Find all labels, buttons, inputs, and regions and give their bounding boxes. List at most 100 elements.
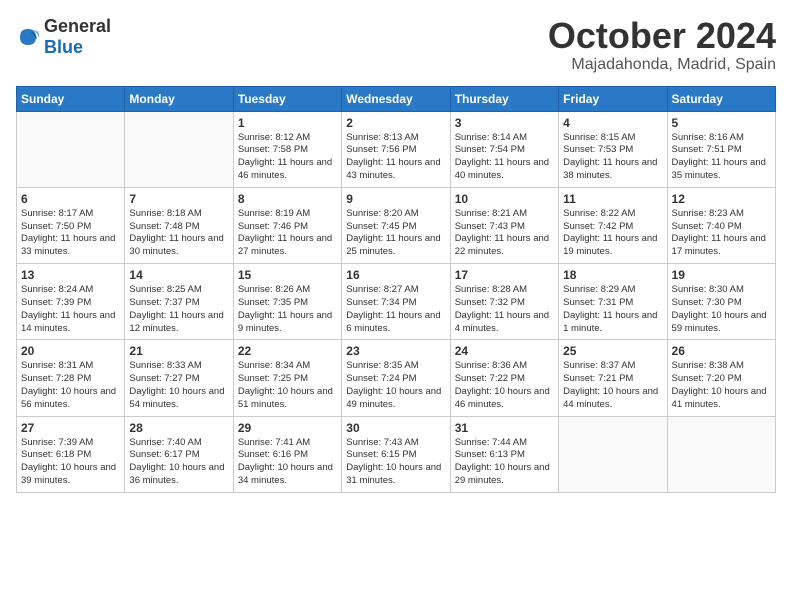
calendar-cell: 22 Sunrise: 8:34 AM Sunset: 7:25 PM Dayli… — [233, 340, 341, 416]
day-info: Sunrise: 8:33 AM Sunset: 7:27 PM Dayligh… — [129, 360, 228, 411]
calendar-week-row: 20 Sunrise: 8:31 AM Sunset: 7:28 PM Dayli… — [17, 340, 776, 416]
calendar-cell: 17Sunrise: 8:28 AM Sunset: 7:32 PM Dayli… — [450, 264, 558, 340]
weekday-header: Thursday — [450, 86, 558, 111]
calendar-cell: 18 Sunrise: 8:29 AM Sunset: 7:31 PM Dayli… — [559, 264, 667, 340]
calendar-header-row: SundayMondayTuesdayWednesdayThursdayFrid… — [17, 86, 776, 111]
logo-blue: Blue — [44, 37, 83, 57]
calendar-week-row: 27Sunrise: 7:39 AM Sunset: 6:18 PM Dayli… — [17, 416, 776, 492]
day-number: 10 — [455, 192, 554, 206]
calendar-cell — [17, 111, 125, 187]
calendar-cell: 23Sunrise: 8:35 AM Sunset: 7:24 PM Dayli… — [342, 340, 450, 416]
day-number: 21 — [129, 344, 228, 358]
calendar-table: SundayMondayTuesdayWednesdayThursdayFrid… — [16, 86, 776, 493]
calendar-cell: 12Sunrise: 8:23 AM Sunset: 7:40 PM Dayli… — [667, 187, 775, 263]
day-info: Sunrise: 8:37 AM Sunset: 7:21 PM Dayligh… — [563, 360, 662, 411]
calendar-cell — [559, 416, 667, 492]
day-number: 22 — [238, 344, 337, 358]
calendar-cell: 3 Sunrise: 8:14 AM Sunset: 7:54 PM Daylig… — [450, 111, 558, 187]
weekday-header: Sunday — [17, 86, 125, 111]
day-number: 8 — [238, 192, 337, 206]
day-number: 31 — [455, 421, 554, 435]
title-block: October 2024 Majadahonda, Madrid, Spain — [548, 16, 776, 74]
day-number: 1 — [238, 116, 337, 130]
logo-icon — [16, 25, 40, 49]
calendar-cell: 10 Sunrise: 8:21 AM Sunset: 7:43 PM Dayli… — [450, 187, 558, 263]
day-info: Sunrise: 8:16 AM Sunset: 7:51 PM Dayligh… — [672, 132, 771, 183]
calendar-week-row: 6Sunrise: 8:17 AM Sunset: 7:50 PM Daylig… — [17, 187, 776, 263]
day-info: Sunrise: 7:43 AM Sunset: 6:15 PM Dayligh… — [346, 437, 445, 488]
day-info: Sunrise: 8:20 AM Sunset: 7:45 PM Dayligh… — [346, 208, 445, 259]
day-number: 14 — [129, 268, 228, 282]
day-number: 18 — [563, 268, 662, 282]
day-number: 30 — [346, 421, 445, 435]
calendar-cell: 14 Sunrise: 8:25 AM Sunset: 7:37 PM Dayli… — [125, 264, 233, 340]
day-number: 3 — [455, 116, 554, 130]
page-header: General Blue October 2024 Majadahonda, M… — [16, 16, 776, 74]
day-number: 24 — [455, 344, 554, 358]
calendar-cell: 8 Sunrise: 8:19 AM Sunset: 7:46 PM Daylig… — [233, 187, 341, 263]
day-number: 4 — [563, 116, 662, 130]
day-number: 20 — [21, 344, 120, 358]
calendar-cell: 5 Sunrise: 8:16 AM Sunset: 7:51 PM Daylig… — [667, 111, 775, 187]
day-info: Sunrise: 8:29 AM Sunset: 7:31 PM Dayligh… — [563, 284, 662, 335]
day-info: Sunrise: 8:23 AM Sunset: 7:40 PM Dayligh… — [672, 208, 771, 259]
day-number: 2 — [346, 116, 445, 130]
day-info: Sunrise: 8:35 AM Sunset: 7:24 PM Dayligh… — [346, 360, 445, 411]
day-info: Sunrise: 8:26 AM Sunset: 7:35 PM Dayligh… — [238, 284, 337, 335]
weekday-header: Saturday — [667, 86, 775, 111]
day-info: Sunrise: 8:21 AM Sunset: 7:43 PM Dayligh… — [455, 208, 554, 259]
day-info: Sunrise: 7:44 AM Sunset: 6:13 PM Dayligh… — [455, 437, 554, 488]
day-info: Sunrise: 7:39 AM Sunset: 6:18 PM Dayligh… — [21, 437, 120, 488]
day-number: 5 — [672, 116, 771, 130]
calendar-cell — [125, 111, 233, 187]
day-info: Sunrise: 8:22 AM Sunset: 7:42 PM Dayligh… — [563, 208, 662, 259]
calendar-cell: 24 Sunrise: 8:36 AM Sunset: 7:22 PM Dayli… — [450, 340, 558, 416]
calendar-cell: 26Sunrise: 8:38 AM Sunset: 7:20 PM Dayli… — [667, 340, 775, 416]
day-number: 6 — [21, 192, 120, 206]
day-info: Sunrise: 8:15 AM Sunset: 7:53 PM Dayligh… — [563, 132, 662, 183]
logo: General Blue — [16, 16, 111, 58]
day-info: Sunrise: 8:25 AM Sunset: 7:37 PM Dayligh… — [129, 284, 228, 335]
calendar-cell: 9 Sunrise: 8:20 AM Sunset: 7:45 PM Daylig… — [342, 187, 450, 263]
day-number: 26 — [672, 344, 771, 358]
logo-general: General — [44, 16, 111, 36]
calendar-cell: 1 Sunrise: 8:12 AM Sunset: 7:58 PM Daylig… — [233, 111, 341, 187]
day-number: 16 — [346, 268, 445, 282]
day-info: Sunrise: 8:13 AM Sunset: 7:56 PM Dayligh… — [346, 132, 445, 183]
day-number: 29 — [238, 421, 337, 435]
calendar-cell: 27Sunrise: 7:39 AM Sunset: 6:18 PM Dayli… — [17, 416, 125, 492]
day-number: 19 — [672, 268, 771, 282]
day-info: Sunrise: 8:34 AM Sunset: 7:25 PM Dayligh… — [238, 360, 337, 411]
day-number: 7 — [129, 192, 228, 206]
weekday-header: Monday — [125, 86, 233, 111]
calendar-cell: 6Sunrise: 8:17 AM Sunset: 7:50 PM Daylig… — [17, 187, 125, 263]
day-info: Sunrise: 8:12 AM Sunset: 7:58 PM Dayligh… — [238, 132, 337, 183]
location: Majadahonda, Madrid, Spain — [548, 56, 776, 74]
calendar-cell: 2 Sunrise: 8:13 AM Sunset: 7:56 PM Daylig… — [342, 111, 450, 187]
calendar-cell: 19 Sunrise: 8:30 AM Sunset: 7:30 PM Dayli… — [667, 264, 775, 340]
day-number: 9 — [346, 192, 445, 206]
day-info: Sunrise: 8:31 AM Sunset: 7:28 PM Dayligh… — [21, 360, 120, 411]
calendar-cell: 31 Sunrise: 7:44 AM Sunset: 6:13 PM Dayli… — [450, 416, 558, 492]
weekday-header: Wednesday — [342, 86, 450, 111]
weekday-header: Friday — [559, 86, 667, 111]
calendar-week-row: 13Sunrise: 8:24 AM Sunset: 7:39 PM Dayli… — [17, 264, 776, 340]
day-info: Sunrise: 8:30 AM Sunset: 7:30 PM Dayligh… — [672, 284, 771, 335]
day-info: Sunrise: 8:19 AM Sunset: 7:46 PM Dayligh… — [238, 208, 337, 259]
calendar-cell: 4 Sunrise: 8:15 AM Sunset: 7:53 PM Daylig… — [559, 111, 667, 187]
day-info: Sunrise: 8:18 AM Sunset: 7:48 PM Dayligh… — [129, 208, 228, 259]
day-number: 25 — [563, 344, 662, 358]
day-info: Sunrise: 8:28 AM Sunset: 7:32 PM Dayligh… — [455, 284, 554, 335]
day-info: Sunrise: 7:41 AM Sunset: 6:16 PM Dayligh… — [238, 437, 337, 488]
calendar-cell: 7 Sunrise: 8:18 AM Sunset: 7:48 PM Daylig… — [125, 187, 233, 263]
logo-text: General Blue — [44, 16, 111, 58]
day-number: 28 — [129, 421, 228, 435]
day-number: 11 — [563, 192, 662, 206]
weekday-header: Tuesday — [233, 86, 341, 111]
day-info: Sunrise: 8:36 AM Sunset: 7:22 PM Dayligh… — [455, 360, 554, 411]
calendar-cell: 13Sunrise: 8:24 AM Sunset: 7:39 PM Dayli… — [17, 264, 125, 340]
day-info: Sunrise: 8:14 AM Sunset: 7:54 PM Dayligh… — [455, 132, 554, 183]
calendar-cell: 20 Sunrise: 8:31 AM Sunset: 7:28 PM Dayli… — [17, 340, 125, 416]
calendar-cell: 25 Sunrise: 8:37 AM Sunset: 7:21 PM Dayli… — [559, 340, 667, 416]
calendar-cell: 29 Sunrise: 7:41 AM Sunset: 6:16 PM Dayli… — [233, 416, 341, 492]
